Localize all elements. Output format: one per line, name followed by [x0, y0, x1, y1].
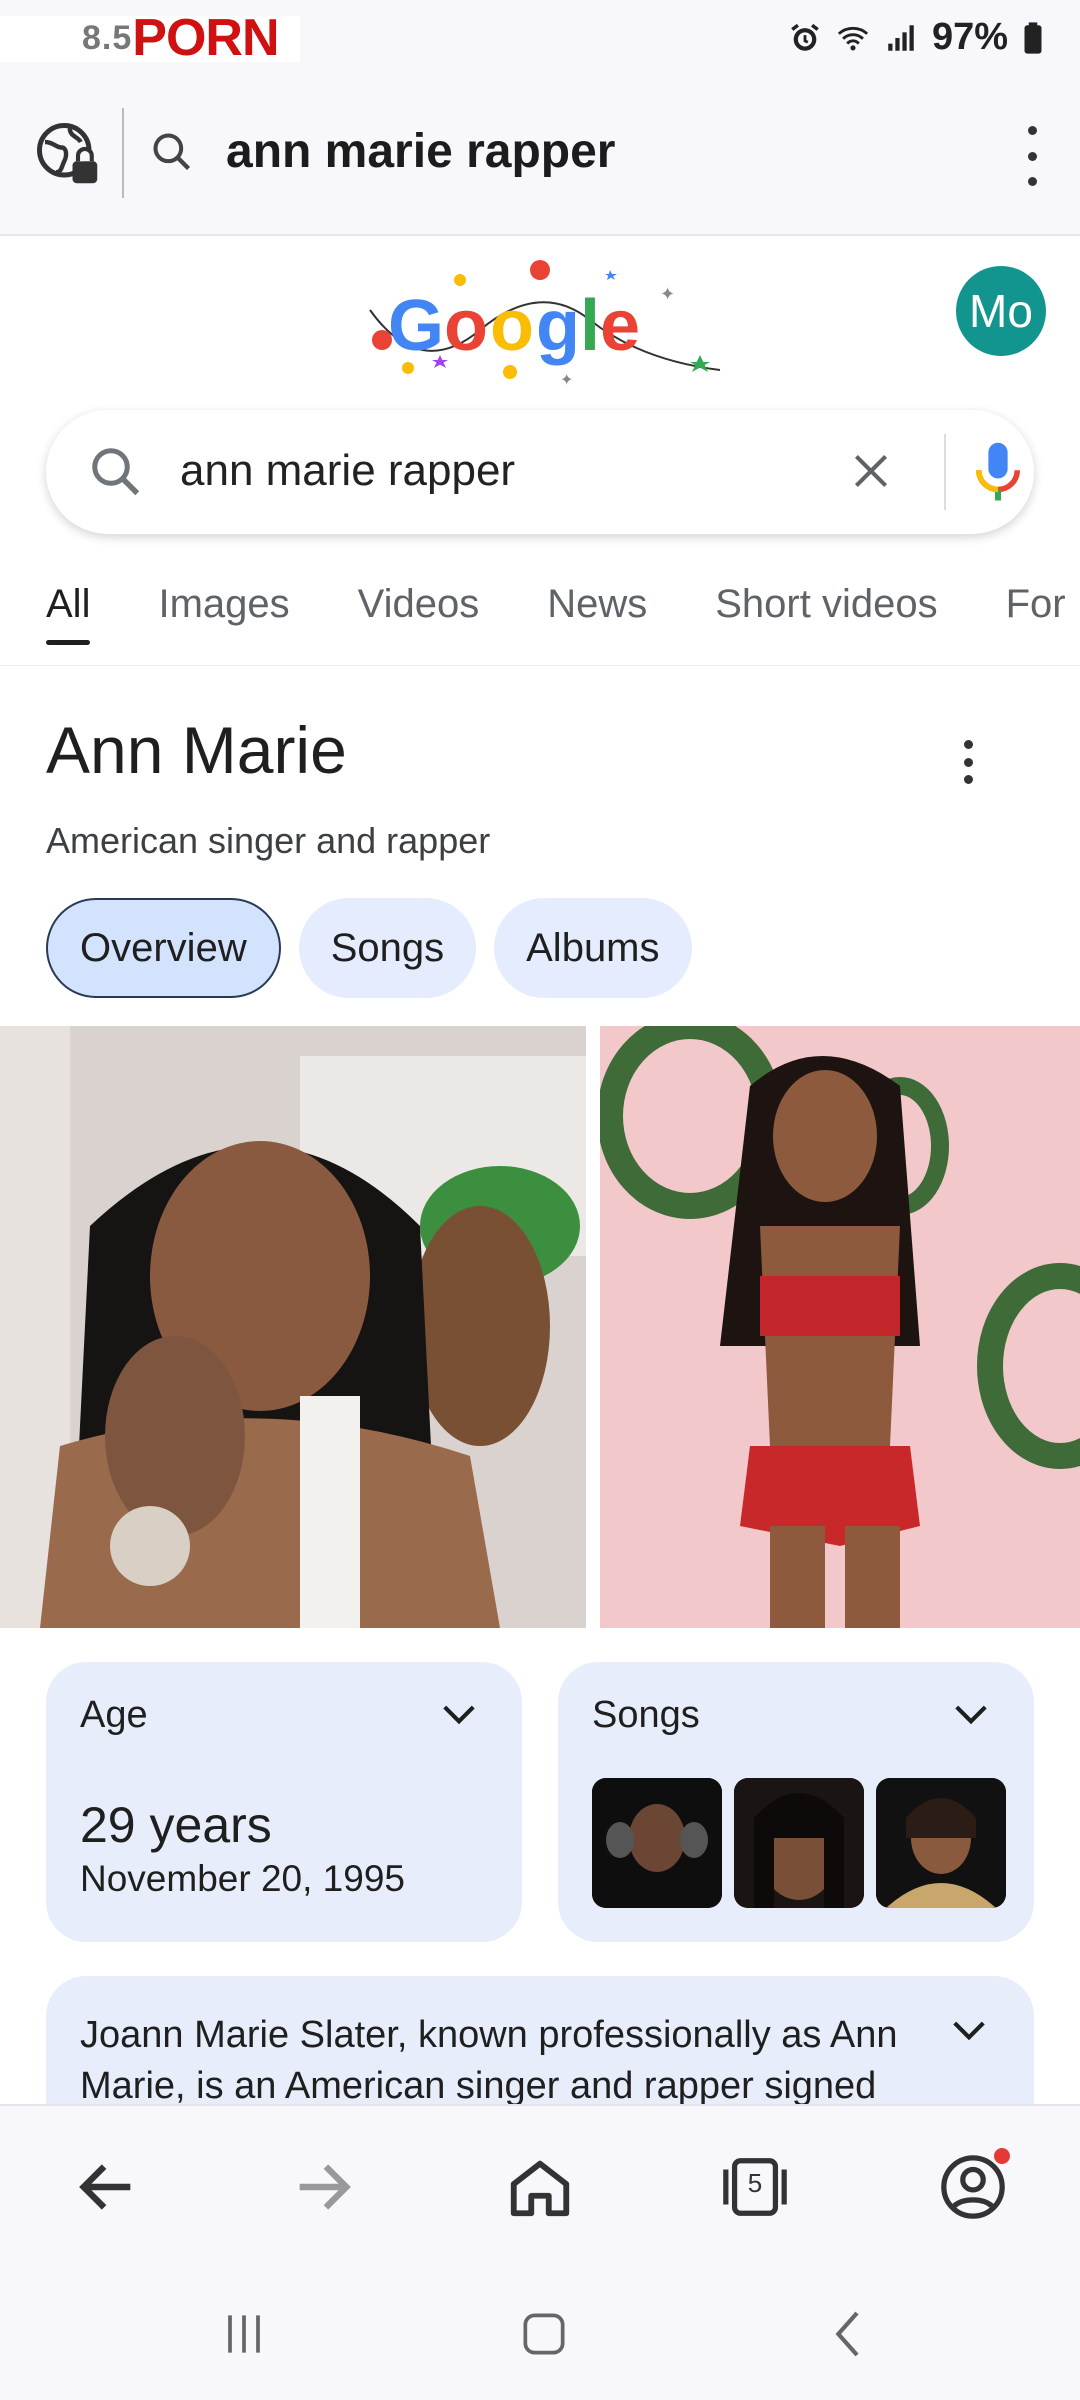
entity-description: Joann Marie Slater, known professionally…	[80, 2014, 898, 2106]
battery-level: 97%	[931, 16, 1008, 58]
browser-menu-button[interactable]	[1014, 126, 1050, 186]
age-label: Age	[80, 1694, 148, 1736]
system-indicators: 97%	[788, 16, 1044, 59]
home-icon[interactable]	[505, 2152, 575, 2222]
song-thumbnail[interactable]	[592, 1778, 722, 1908]
entity-more-button[interactable]	[958, 740, 978, 784]
portrait-image	[600, 1026, 1080, 1628]
signal-icon	[888, 24, 914, 51]
home-nav-icon[interactable]	[514, 2306, 574, 2362]
chevron-down-icon	[443, 1705, 475, 1725]
arrow-left-icon[interactable]	[72, 2152, 142, 2222]
url-divider	[122, 108, 124, 198]
song-thumbnail[interactable]	[876, 1778, 1006, 1908]
entity-title: Ann Marie	[46, 713, 347, 787]
svg-text:G: G	[388, 286, 444, 366]
browser-toolbar: 5	[0, 2104, 1080, 2264]
chip-songs[interactable]: Songs	[298, 898, 477, 998]
app-brand: PORN	[132, 9, 279, 67]
svg-text:l: l	[580, 286, 600, 366]
alarm-icon	[791, 23, 819, 51]
google-doodle-logo[interactable]: G o o g l e ✦ ✦	[360, 250, 730, 390]
tab-videos[interactable]: Videos	[358, 570, 480, 665]
portrait-image	[0, 1026, 586, 1628]
search-icon	[92, 448, 140, 496]
entity-photo-2[interactable]	[600, 1026, 1080, 1628]
svg-text:✦: ✦	[560, 372, 573, 389]
description-card[interactable]: Joann Marie Slater, known professionally…	[46, 1976, 1034, 2106]
search-icon	[153, 133, 191, 171]
tab-news[interactable]: News	[547, 570, 647, 665]
svg-text:o: o	[444, 286, 488, 366]
tab-all[interactable]: All	[46, 570, 91, 665]
recents-icon[interactable]	[214, 2306, 274, 2362]
svg-text:o: o	[490, 286, 534, 366]
back-nav-icon[interactable]	[820, 2306, 880, 2362]
tab-short-videos[interactable]: Short videos	[715, 570, 937, 665]
account-avatar[interactable]: Mo	[956, 266, 1046, 356]
svg-text:g: g	[536, 286, 580, 366]
entity-subtitle: American singer and rapper	[46, 820, 491, 861]
chevron-down-icon	[953, 2021, 985, 2041]
url-query[interactable]: ann marie rapper	[226, 124, 615, 179]
entity-photo-1[interactable]	[0, 1026, 586, 1628]
search-tabs: All Images Videos News Short videos For	[0, 570, 1080, 666]
age-card[interactable]: Age 29 years November 20, 1995	[46, 1662, 522, 1942]
close-icon[interactable]	[846, 446, 896, 496]
google-search-box[interactable]: ann marie rapper	[46, 410, 1034, 534]
entity-chips: Overview Songs Albums	[46, 898, 692, 998]
account-button[interactable]	[938, 2148, 1010, 2222]
chip-overview[interactable]: Overview	[46, 898, 281, 998]
globe-lock-icon[interactable]	[34, 120, 100, 186]
search-input[interactable]: ann marie rapper	[180, 446, 515, 496]
tab-images[interactable]: Images	[158, 570, 289, 665]
tabs-button[interactable]: 5	[720, 2152, 790, 2222]
status-bar: 8.5 PORN 97%	[0, 0, 1080, 86]
search-divider	[944, 434, 946, 510]
tab-forums[interactable]: For	[1006, 570, 1066, 665]
app-prefix: 8.5	[82, 18, 133, 57]
songs-card[interactable]: Songs	[558, 1662, 1034, 1942]
wifi-icon	[837, 26, 869, 50]
more-vert-icon	[1027, 126, 1037, 135]
song-thumbnails	[592, 1778, 1006, 1908]
notification-dot	[994, 2148, 1010, 2164]
tab-count: 5	[747, 2168, 763, 2198]
arrow-right-icon[interactable]	[288, 2152, 358, 2222]
birth-date: November 20, 1995	[80, 1858, 405, 1899]
browser-url-bar: ann marie rapper	[0, 86, 1080, 236]
chip-albums[interactable]: Albums	[494, 898, 692, 998]
svg-text:e: e	[600, 286, 640, 366]
song-thumbnail[interactable]	[734, 1778, 864, 1908]
more-vert-icon	[963, 740, 973, 749]
songs-label: Songs	[592, 1694, 700, 1736]
age-value: 29 years	[80, 1797, 272, 1853]
notification-app-label: 8.5 PORN	[0, 8, 300, 68]
mic-icon[interactable]	[970, 440, 1026, 506]
battery-icon	[1024, 21, 1042, 54]
system-navigation-bar	[0, 2264, 1080, 2400]
chevron-down-icon	[955, 1705, 987, 1725]
svg-text:✦: ✦	[660, 284, 675, 304]
